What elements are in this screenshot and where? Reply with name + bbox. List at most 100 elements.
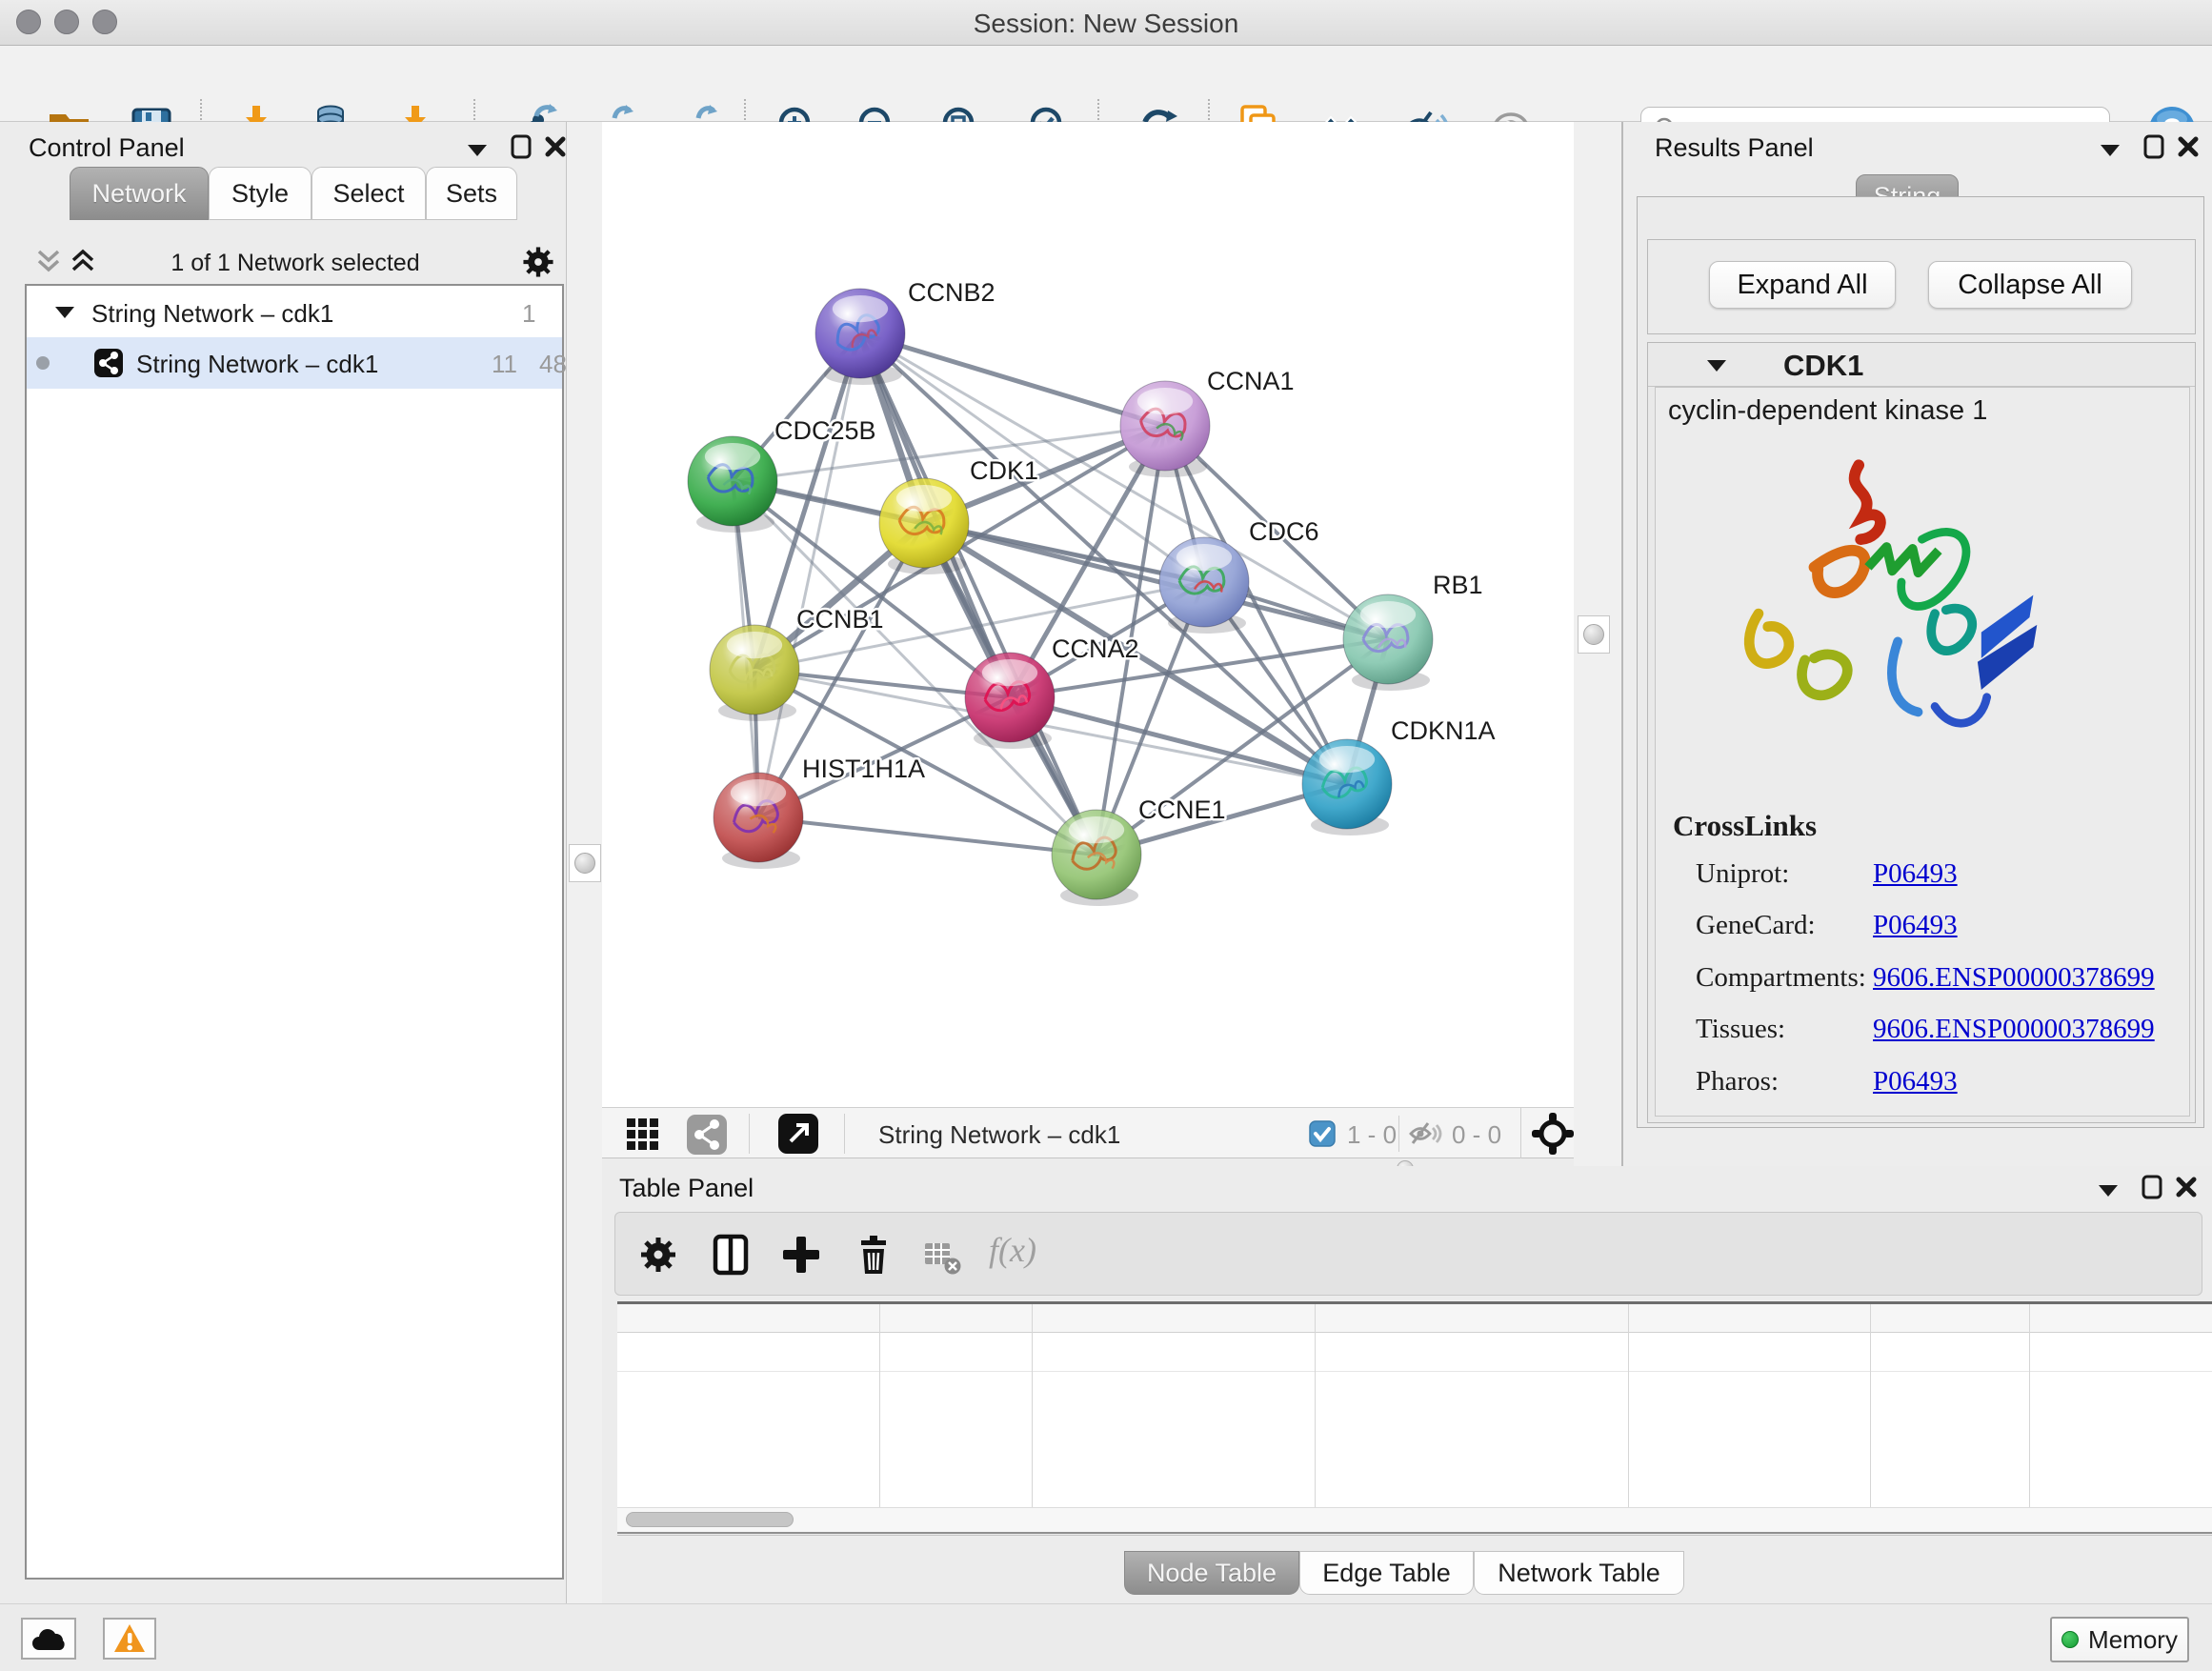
left-splitter-grip[interactable] <box>569 844 601 882</box>
column-divider <box>2029 1304 2030 1507</box>
table-hscrollbar-thumb[interactable] <box>626 1512 794 1527</box>
tab-network[interactable]: Network <box>70 167 209 220</box>
network-node-CDKN1A[interactable] <box>1302 739 1392 836</box>
crosslink-genecard[interactable]: P06493 <box>1873 910 1958 941</box>
node-label: CCNB1 <box>796 605 884 634</box>
crosslink-label: Uniprot: <box>1696 858 1789 890</box>
network-node-CCNA1[interactable] <box>1120 381 1210 477</box>
memory-status-dot <box>2061 1631 2079 1648</box>
network-canvas[interactable]: CCNB2CCNA1CDC25BCDK1CDC6RB1CCNB1CCNA2CDK… <box>602 122 1574 1107</box>
network-node-CCNB1[interactable] <box>710 625 799 721</box>
tab-sets[interactable]: Sets <box>426 167 517 220</box>
crosslink-tissues[interactable]: 9606.ENSP00000378699 <box>1873 1014 2155 1045</box>
table-panel: Table Panel f(x) shared name name canoni… <box>602 1166 2212 1612</box>
network-node-RB1[interactable] <box>1343 594 1433 691</box>
warning-icon <box>112 1622 147 1655</box>
collapse-all-button[interactable]: Collapse All <box>1928 261 2132 309</box>
collection-label: String Network – cdk1 <box>91 299 333 329</box>
tab-node-table[interactable]: Node Table <box>1124 1551 1299 1595</box>
network-node-CDC6[interactable] <box>1159 537 1249 634</box>
collapse-all-icon[interactable] <box>34 248 63 276</box>
options-gear-icon[interactable] <box>520 244 556 280</box>
crosslink-label: GeneCard: <box>1696 910 1816 941</box>
section-collapse-icon[interactable] <box>1705 356 1728 375</box>
selected-count: 1 - 0 <box>1347 1120 1397 1150</box>
network-view-toolbar: String Network – cdk1 1 - 0 0 - 0 <box>602 1107 1574 1158</box>
network-node-CDK1[interactable] <box>879 478 969 574</box>
network-share-icon[interactable] <box>686 1114 728 1156</box>
crosslink-label: Pharos: <box>1696 1066 1779 1097</box>
crosslink-label: Tissues: <box>1696 1014 1785 1045</box>
birdseye-crosshair-icon[interactable] <box>1532 1113 1574 1155</box>
gene-section-header[interactable]: CDK1 <box>1648 343 2195 387</box>
network-node-CDC25B[interactable] <box>688 436 777 533</box>
panel-float-icon[interactable] <box>2142 133 2166 160</box>
warnings-button[interactable] <box>103 1618 156 1660</box>
network-edge[interactable] <box>758 817 1096 855</box>
network-edge[interactable] <box>860 333 1165 426</box>
network-node-HIST1H1A[interactable] <box>714 773 803 869</box>
tab-style[interactable]: Style <box>209 167 312 220</box>
add-column-icon[interactable] <box>780 1234 822 1276</box>
panel-float-icon[interactable] <box>509 133 533 160</box>
show-columns-icon[interactable] <box>710 1234 752 1276</box>
column-divider <box>1315 1304 1316 1507</box>
window-title: Session: New Session <box>0 9 2212 39</box>
selected-checkbox-icon[interactable] <box>1309 1120 1336 1147</box>
network-node-CCNB2[interactable] <box>815 289 905 385</box>
tab-network-table[interactable]: Network Table <box>1474 1551 1684 1595</box>
network-row-selected[interactable]: String Network – cdk1 11 48 <box>27 337 562 389</box>
panel-menu-icon[interactable] <box>2096 1179 2121 1200</box>
gene-section: CDK1 cyclin-dependent kinase 1 <box>1647 342 2196 1123</box>
network-node-CCNA2[interactable] <box>965 653 1055 749</box>
protein-structure-image <box>1698 437 2107 799</box>
panel-float-icon[interactable] <box>2140 1174 2164 1200</box>
crosslinks-title: CrossLinks <box>1673 809 1817 843</box>
crosslink-uniprot[interactable]: P06493 <box>1873 858 1958 890</box>
right-splitter-grip[interactable] <box>1578 615 1610 654</box>
grid-view-icon[interactable] <box>624 1116 662 1154</box>
column-divider <box>1628 1304 1629 1507</box>
left-splitter[interactable] <box>566 122 602 1612</box>
expand-all-icon[interactable] <box>69 248 97 276</box>
network-selected-status: 1 of 1 Network selected <box>105 250 486 277</box>
table-hscrollbar-track[interactable] <box>617 1507 2212 1532</box>
panel-close-icon[interactable] <box>2176 134 2201 159</box>
cloud-button[interactable] <box>21 1618 76 1660</box>
panel-close-icon[interactable] <box>543 134 568 159</box>
panel-menu-icon[interactable] <box>465 139 490 160</box>
hidden-eye-slash-icon[interactable] <box>1408 1117 1444 1151</box>
bar-separator <box>1398 1116 1399 1152</box>
tab-select[interactable]: Select <box>312 167 426 220</box>
panel-menu-icon[interactable] <box>2098 139 2122 160</box>
memory-button[interactable]: Memory <box>2050 1617 2189 1662</box>
crosslink-pharos[interactable]: P06493 <box>1873 1066 1958 1097</box>
results-button-bar: Expand All Collapse All <box>1647 239 2196 334</box>
node-label: CCNE1 <box>1138 795 1226 824</box>
table-panel-title: Table Panel <box>619 1174 754 1203</box>
network-node-CCNE1[interactable] <box>1052 810 1141 906</box>
crosslink-compartments[interactable]: 9606.ENSP00000378699 <box>1873 962 2155 994</box>
network-edge-count: 48 <box>539 350 567 379</box>
node-label: RB1 <box>1433 571 1483 599</box>
gene-description: cyclin-dependent kinase 1 <box>1668 395 1987 427</box>
node-label: CDC6 <box>1249 517 1319 546</box>
tab-edge-table[interactable]: Edge Table <box>1299 1551 1474 1595</box>
right-splitter[interactable] <box>1574 122 1621 1166</box>
network-collection-row[interactable]: String Network – cdk1 1 <box>27 288 562 337</box>
network-status-dot <box>36 356 50 370</box>
memory-label: Memory <box>2088 1625 2178 1655</box>
table-gear-icon[interactable] <box>637 1234 679 1276</box>
node-label: HIST1H1A <box>802 755 925 783</box>
expand-all-button[interactable]: Expand All <box>1709 261 1896 309</box>
delete-column-icon[interactable] <box>853 1234 895 1276</box>
tree-expand-icon[interactable] <box>53 303 76 322</box>
delete-table-icon <box>923 1238 961 1276</box>
node-label: CCNB2 <box>908 278 995 307</box>
open-in-new-icon[interactable] <box>777 1113 819 1155</box>
title-bar: Session: New Session <box>0 0 2212 46</box>
network-node-count: 11 <box>492 350 517 379</box>
gene-detail-card: cyclin-dependent kinase 1 CrossLinks Uni… <box>1655 387 2190 1117</box>
panel-close-icon[interactable] <box>2174 1175 2199 1199</box>
network-edge[interactable] <box>758 333 860 817</box>
